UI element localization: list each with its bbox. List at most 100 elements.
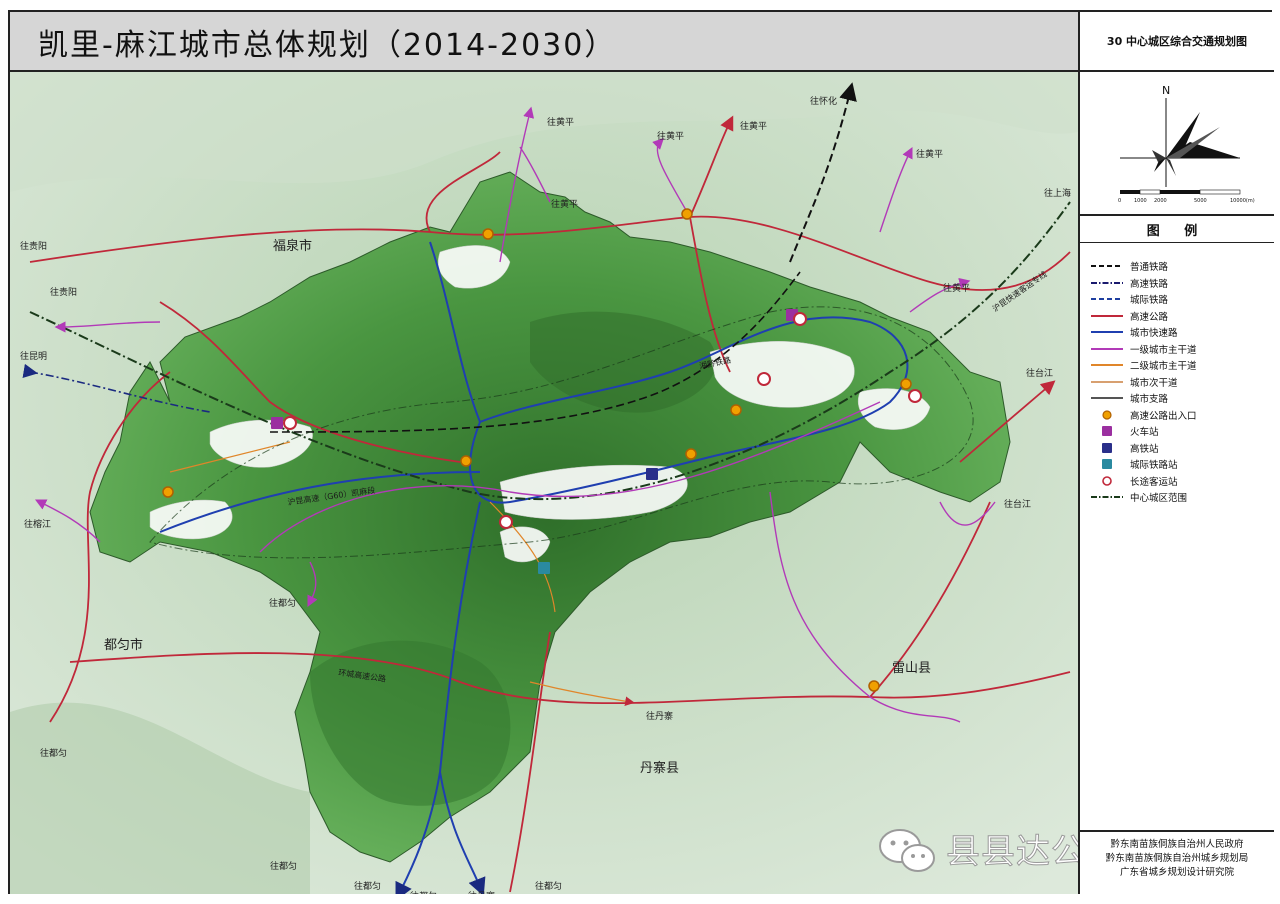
label-fuquan: 福泉市 bbox=[273, 238, 312, 254]
interchange-northeast bbox=[681, 208, 693, 220]
legend-item: 高速公路出入口 bbox=[1090, 407, 1270, 424]
legend-symbol-icon bbox=[1091, 298, 1123, 301]
interchange-majiang bbox=[162, 486, 174, 498]
label-to-duyun-3: 往都匀 bbox=[270, 860, 297, 872]
label-to-guiyang-1: 往贵阳 bbox=[20, 240, 47, 252]
label-to-huangping-2: 往黄平 bbox=[657, 130, 684, 142]
label-to-huangping-4: 往黄平 bbox=[916, 148, 943, 160]
interchange-center bbox=[685, 448, 697, 460]
legend-label: 火车站 bbox=[1130, 427, 1159, 439]
legend-item: 高速铁路 bbox=[1090, 275, 1270, 292]
legend-label: 高速公路 bbox=[1130, 311, 1169, 323]
label-to-huaihua: 往怀化 bbox=[810, 95, 837, 107]
bus-station-north bbox=[793, 312, 807, 326]
side-panel: 30 中心城区综合交通规划图 N 0 1000 2000 5000 10000(… bbox=[1078, 12, 1274, 894]
bus-station-east bbox=[908, 389, 922, 403]
label-leishan: 雷山县 bbox=[892, 661, 931, 676]
intercity-station bbox=[538, 562, 550, 574]
interchange-kaili bbox=[730, 404, 742, 416]
interchange-north bbox=[482, 228, 494, 240]
legend-label: 一级城市主干道 bbox=[1130, 344, 1197, 356]
credits: 黔东南苗族侗族自治州人民政府 黔东南苗族侗族自治州城乡规划局 广东省城乡规划设计… bbox=[1080, 830, 1274, 894]
label-to-duyun-6: 往都匀 bbox=[535, 880, 562, 892]
map-canvas[interactable]: 福泉市 都匀市 雷山县 丹寨县 往黄平 往黄平 往黄平 往怀化 往黄平 往黄平 … bbox=[10, 72, 1078, 894]
map-title: 凯里-麻江城市总体规划（2014-2030） bbox=[38, 28, 617, 63]
legend-item: 一级城市主干道 bbox=[1090, 341, 1270, 358]
legend-list: 普通铁路高速铁路 城际铁路高速公路城市快速路一级城市主干道 二级城市主干道 城市次干道… bbox=[1090, 258, 1270, 506]
legend-label: 高铁站 bbox=[1130, 443, 1159, 455]
legend-heading: 图 例 bbox=[1080, 216, 1274, 243]
legend-item: 城际铁路站 bbox=[1090, 456, 1270, 473]
legend-item: 城市支路 bbox=[1090, 390, 1270, 407]
legend-item: 城际铁路 bbox=[1090, 291, 1270, 308]
legend-label: 城市快速路 bbox=[1130, 328, 1178, 340]
legend-symbol-icon bbox=[1091, 331, 1123, 334]
interchange-west-center bbox=[460, 455, 472, 467]
legend-symbol-icon bbox=[1091, 397, 1123, 400]
label-to-taijiang-2: 往台江 bbox=[1004, 498, 1031, 510]
train-station-xiasi bbox=[271, 417, 283, 429]
label-to-taijiang-1: 往台江 bbox=[1026, 367, 1053, 379]
credit-line-2: 黔东南苗族侗族自治州城乡规划局 bbox=[1105, 853, 1249, 864]
legend-item: 高速公路 bbox=[1090, 308, 1270, 325]
label-danzhai: 丹寨县 bbox=[640, 760, 679, 776]
label-to-duyun-1: 往都匀 bbox=[269, 597, 296, 609]
bus-station-center bbox=[499, 515, 513, 529]
legend-symbol-icon bbox=[1102, 426, 1112, 437]
legend-label: 中心城区范围 bbox=[1130, 493, 1188, 505]
scale-tick-0: 0 bbox=[1118, 198, 1121, 204]
map-sheet: 凯里-麻江城市总体规划（2014-2030） 福泉市 都匀市 雷山县 丹寨县 往… bbox=[8, 10, 1274, 894]
legend-symbol-icon bbox=[1091, 496, 1123, 499]
legend-item: 城市次干道 bbox=[1090, 374, 1270, 391]
credit-line-3: 广东省城乡规划设计研究院 bbox=[1119, 867, 1234, 878]
bus-station-xiasi bbox=[283, 416, 297, 430]
label-to-rongjiang: 往榕江 bbox=[24, 518, 51, 530]
label-to-duyun-4: 往都匀 bbox=[354, 880, 381, 892]
legend-item: 二级城市主干道 bbox=[1090, 357, 1270, 374]
label-duyun: 都匀市 bbox=[104, 637, 143, 653]
legend-symbol-icon bbox=[1091, 364, 1123, 367]
scale-tick-4: 10000(m) bbox=[1230, 198, 1255, 204]
interchange-leishan bbox=[868, 680, 880, 692]
scale-tick-1: 1000 bbox=[1134, 198, 1147, 204]
legend-item: 火车站 bbox=[1090, 423, 1270, 440]
legend-symbol-icon bbox=[1091, 314, 1123, 317]
label-to-huangping-1: 往黄平 bbox=[547, 116, 574, 128]
scale-tick-3: 5000 bbox=[1194, 198, 1207, 204]
hsr-station-kaili-south bbox=[646, 468, 658, 480]
legend-label: 二级城市主干道 bbox=[1130, 361, 1197, 373]
legend-item: 普通铁路 bbox=[1090, 258, 1270, 275]
watermark: 县县达公益规划 bbox=[876, 822, 1078, 882]
legend-symbol-icon bbox=[1091, 347, 1123, 350]
legend-label: 城际铁路站 bbox=[1130, 460, 1178, 472]
legend-symbol-icon bbox=[1102, 475, 1112, 486]
watermark-text: 县县达公益规划 bbox=[946, 832, 1079, 873]
label-to-huangping-6: 往黄平 bbox=[943, 282, 970, 294]
legend-item: 城市快速路 bbox=[1090, 324, 1270, 341]
bus-station-kaili bbox=[757, 372, 771, 386]
legend-symbol-icon bbox=[1102, 459, 1112, 470]
label-to-shanghai: 往上海 bbox=[1044, 187, 1071, 199]
legend-symbol-icon bbox=[1091, 380, 1123, 383]
title-bar: 凯里-麻江城市总体规划（2014-2030） bbox=[10, 12, 1078, 72]
legend-symbol-icon bbox=[1102, 442, 1112, 453]
north-label: N bbox=[1162, 84, 1170, 97]
legend-label: 城市次干道 bbox=[1130, 377, 1178, 389]
map-svg: 福泉市 都匀市 雷山县 丹寨县 往黄平 往黄平 往黄平 往怀化 往黄平 往黄平 … bbox=[10, 72, 1078, 894]
legend-symbol-icon bbox=[1102, 410, 1112, 420]
legend-label: 长途客运站 bbox=[1130, 476, 1178, 488]
sheet-title: 30 中心城区综合交通规划图 bbox=[1080, 12, 1274, 72]
wechat-icon bbox=[879, 829, 935, 872]
legend-label: 普通铁路 bbox=[1130, 262, 1169, 274]
interchange-east bbox=[900, 378, 912, 390]
label-to-danzhai-1: 往丹寨 bbox=[646, 710, 673, 722]
label-to-duyun-2: 往都匀 bbox=[40, 747, 67, 759]
legend-label: 高速公路出入口 bbox=[1130, 410, 1197, 422]
label-to-huangping-3: 往黄平 bbox=[740, 120, 767, 132]
scale-tick-2: 2000 bbox=[1154, 198, 1167, 204]
label-to-kunming: 往昆明 bbox=[20, 350, 47, 362]
north-arrow-icon: N 0 1000 2000 5000 10000(m) bbox=[1118, 84, 1255, 204]
legend-label: 高速铁路 bbox=[1130, 278, 1169, 290]
label-to-huangping-5: 往黄平 bbox=[551, 198, 578, 210]
legend-item: 中心城区范围 bbox=[1090, 489, 1270, 506]
